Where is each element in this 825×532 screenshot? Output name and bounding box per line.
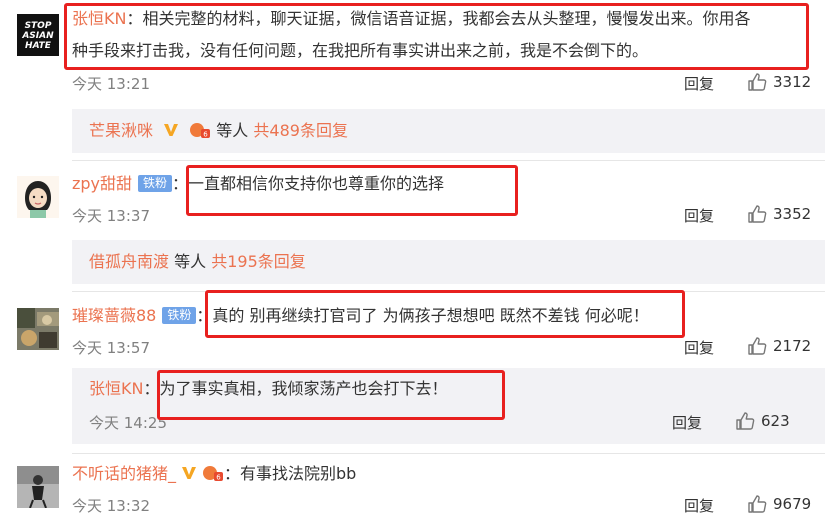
vip-v-icon [164,124,179,136]
fan-badge: 铁粉 [138,175,173,192]
reply-button[interactable]: 回复 [684,337,714,358]
comment-text: ：有事找法院别bb [224,464,357,483]
like-button[interactable]: 9679 [747,494,811,514]
comment-username[interactable]: 不听话的猪猪_ [72,464,176,483]
subreply-summary[interactable]: 借孤舟南渡 等人 共195条回复 [72,240,825,284]
thumbs-up-icon [748,495,767,513]
avatar-photo [17,308,59,350]
subreply-summary[interactable]: 芒果湫咪 6 等人 共489条回复 [72,109,825,153]
avatar[interactable] [17,308,59,350]
comment-time: 今天 13:21 [72,75,150,93]
subreply-count-link[interactable]: 共195条回复 [211,252,306,271]
avatar-logo-text: ASIAN [22,31,54,41]
comment-time: 今天 13:57 [72,339,150,357]
reply-button[interactable]: 回复 [684,205,714,226]
svg-text:6: 6 [203,131,208,139]
subreply-suffix: 等人 [174,252,207,271]
avatar-illustration [17,176,59,218]
highlight-box [205,290,685,338]
comment-time: 今天 13:32 [72,497,150,515]
comment-username[interactable]: 璀璨蔷薇88 [72,306,156,325]
like-button[interactable]: 2172 [747,336,811,356]
subreply-username[interactable]: 芒果湫咪 [89,121,153,140]
avatar-logo-text: HATE [25,41,51,51]
like-count: 3352 [773,205,812,223]
highlight-box [64,3,809,70]
divider [72,160,825,161]
highlight-box [157,370,505,420]
reply-button[interactable]: 回复 [684,73,714,94]
reply-button[interactable]: 回复 [684,495,714,516]
member-level-icon: 6 [190,123,211,139]
svg-text:6: 6 [216,474,221,482]
avatar-photo [17,466,59,508]
comment-username[interactable]: zpy甜甜 [72,174,132,193]
like-count: 623 [761,412,790,430]
member-level-icon: 6 [203,466,224,482]
thumbs-up-icon [748,337,767,355]
like-button[interactable]: 3352 [747,204,811,224]
fan-badge: 铁粉 [162,307,197,324]
vip-v-icon [182,467,197,479]
like-count: 9679 [773,495,812,513]
comment-body: 不听话的猪猪_ 6 ：有事找法院别bb [72,461,356,487]
avatar[interactable] [17,466,59,508]
divider [72,453,825,454]
subreply-count-link[interactable]: 共489条回复 [253,121,348,140]
subreply-suffix: 等人 [216,121,249,140]
avatar-logo-text: STOP [24,21,52,31]
avatar[interactable] [17,176,59,218]
comment-time: 今天 13:37 [72,207,150,225]
like-count: 2172 [773,337,812,355]
thumbs-up-icon [736,412,755,430]
reply-button[interactable]: 回复 [672,412,702,433]
like-count: 3312 [773,73,812,91]
nested-reply-username[interactable]: 张恒KN [89,379,143,398]
thumbs-up-icon [748,205,767,223]
subreply-username[interactable]: 借孤舟南渡 [89,252,169,271]
nested-reply-time: 今天 14:25 [89,414,167,432]
avatar[interactable]: STOP ASIAN HATE [17,14,59,56]
thumbs-up-icon [748,73,767,91]
highlight-box [186,165,518,216]
like-button[interactable]: 623 [735,411,790,431]
comment-list: STOP ASIAN HATE 张恒KN：相关完整的材料，聊天证据，微信语音证据… [0,0,825,532]
like-button[interactable]: 3312 [747,72,811,92]
